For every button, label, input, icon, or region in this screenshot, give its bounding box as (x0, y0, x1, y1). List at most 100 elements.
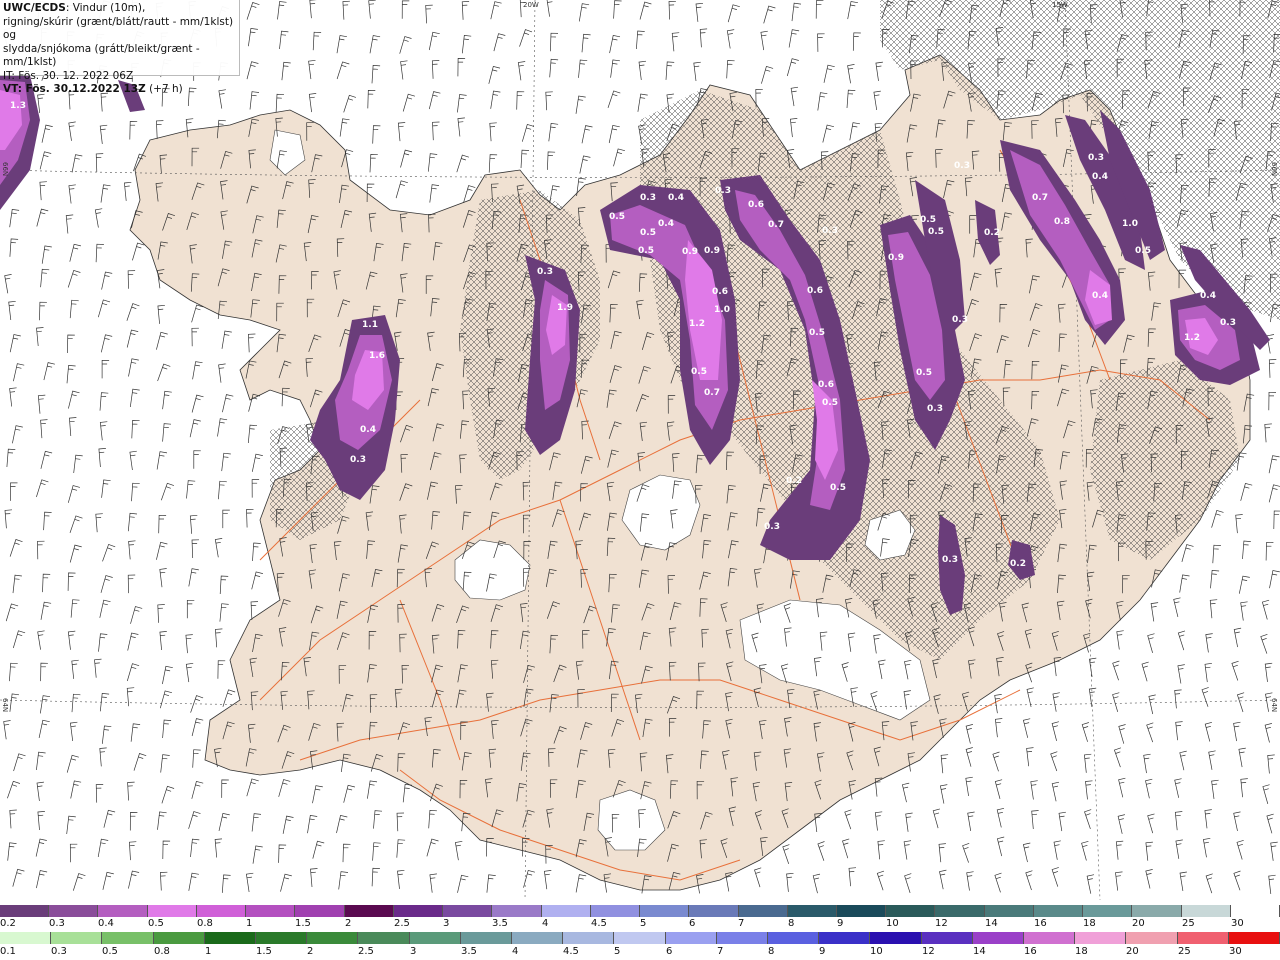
wind-barb (128, 358, 139, 377)
wind-barb (13, 363, 25, 382)
precip-value-label: 0.3 (1220, 318, 1236, 328)
wind-barb (1205, 873, 1213, 894)
wind-barb (579, 155, 591, 174)
wind-barb (1240, 778, 1248, 798)
wind-barb (1264, 423, 1272, 443)
wind-barb (1175, 839, 1183, 859)
scale-swatch (295, 905, 345, 917)
wind-barb (126, 303, 140, 321)
wind-barb (546, 0, 553, 17)
wind-barb (457, 117, 465, 137)
wind-barb (129, 450, 137, 471)
scale-swatch (665, 932, 717, 944)
wind-barb (127, 781, 135, 801)
wind-barb (38, 719, 50, 738)
wind-barb (1051, 781, 1060, 802)
wind-barb (519, 29, 533, 47)
wind-barb (7, 780, 21, 799)
wind-barb (938, 843, 946, 863)
wind-barb (214, 538, 223, 558)
wind-barb (68, 184, 76, 204)
wind-barb (609, 34, 621, 54)
scale-swatch (0, 905, 50, 917)
precip-value-label: 0.2 (786, 476, 802, 486)
scale-label: 2 (345, 918, 352, 929)
scale-label: 0.3 (51, 946, 67, 957)
wind-barb (545, 91, 553, 111)
wind-barb (9, 539, 23, 557)
scale-swatch (541, 905, 591, 917)
scale-swatch (984, 905, 1034, 917)
scale-label: 4.5 (591, 918, 607, 929)
wind-barb (188, 872, 199, 891)
wind-barb (1081, 840, 1089, 861)
wind-barb (127, 632, 139, 651)
scale-swatch (1075, 932, 1127, 944)
scale-label: 0.8 (154, 946, 170, 957)
snow-scale-labels: 0.2 0.3 0.4 0.5 0.8 1 1.5 2 2.5 3 3.5 4 4.5 5 6 7 8 9 10 12… (0, 918, 1280, 930)
wind-barb (581, 33, 591, 53)
scale-label: 0.5 (102, 946, 118, 957)
wind-barb (189, 419, 201, 438)
wind-barb (726, 60, 735, 79)
wind-barb (127, 270, 136, 289)
wind-barb (9, 387, 17, 407)
wind-barb (246, 61, 259, 80)
wind-barb (188, 568, 199, 587)
wind-barb (309, 0, 317, 19)
scale-swatch (393, 905, 444, 917)
init-time: IT: Fös. 30. 12. 2022 06Z (3, 69, 134, 82)
wind-barb (101, 271, 113, 290)
scale-swatch (1132, 905, 1182, 917)
scale-label: 0.4 (98, 918, 114, 929)
wind-barb (6, 448, 16, 468)
wind-barb (1174, 778, 1182, 798)
wind-barb (1181, 544, 1194, 562)
wind-barb (488, 154, 498, 173)
precip-value-label: 0.5 (609, 212, 625, 222)
wind-barb (852, 32, 861, 51)
scale-swatch (1228, 932, 1280, 944)
lon-label-20w: 20W (523, 1, 539, 9)
scale-swatch (590, 905, 641, 917)
scale-label: 5 (614, 946, 621, 957)
wind-barb (668, 0, 676, 20)
wind-barb (312, 785, 323, 804)
wind-barb (760, 30, 768, 51)
scale-swatch (1126, 932, 1178, 944)
wind-barb (812, 873, 821, 894)
precip-value-label: 0.3 (942, 555, 958, 565)
wind-barb (312, 31, 322, 51)
model-name: UWC/ECDS (3, 2, 66, 14)
wind-barb (160, 754, 170, 773)
wind-barb (99, 124, 108, 144)
scale-label: 14 (985, 918, 998, 929)
wind-barb (97, 838, 109, 858)
wind-barb (1022, 718, 1031, 738)
precip-value-label: 0.5 (920, 215, 936, 225)
wind-barb (12, 868, 25, 887)
wind-barb (41, 124, 53, 143)
wind-barb (456, 154, 470, 173)
scale-label: 1 (246, 918, 253, 929)
wind-barb (1205, 633, 1213, 653)
wind-barb (1235, 514, 1243, 534)
precip-value-label: 1.2 (689, 319, 705, 329)
wind-barb (939, 784, 948, 804)
wind-barb (996, 807, 1005, 828)
wind-barb (901, 782, 910, 803)
wind-barb (161, 785, 175, 804)
wind-barb (191, 539, 200, 559)
lat-label-66n-right: 66N (1270, 162, 1278, 177)
wind-barb (429, 873, 437, 893)
wind-barb (1050, 751, 1058, 772)
wind-barb (9, 693, 20, 712)
lon-label-15w: 15W (1052, 1, 1068, 9)
wind-barb (1240, 601, 1248, 621)
wind-barb (40, 662, 48, 682)
wind-barb (1086, 874, 1095, 894)
wind-barb (336, 814, 348, 834)
scale-label: 4 (542, 918, 549, 929)
wind-barb (1053, 840, 1061, 860)
scale-label: 9 (819, 946, 826, 957)
